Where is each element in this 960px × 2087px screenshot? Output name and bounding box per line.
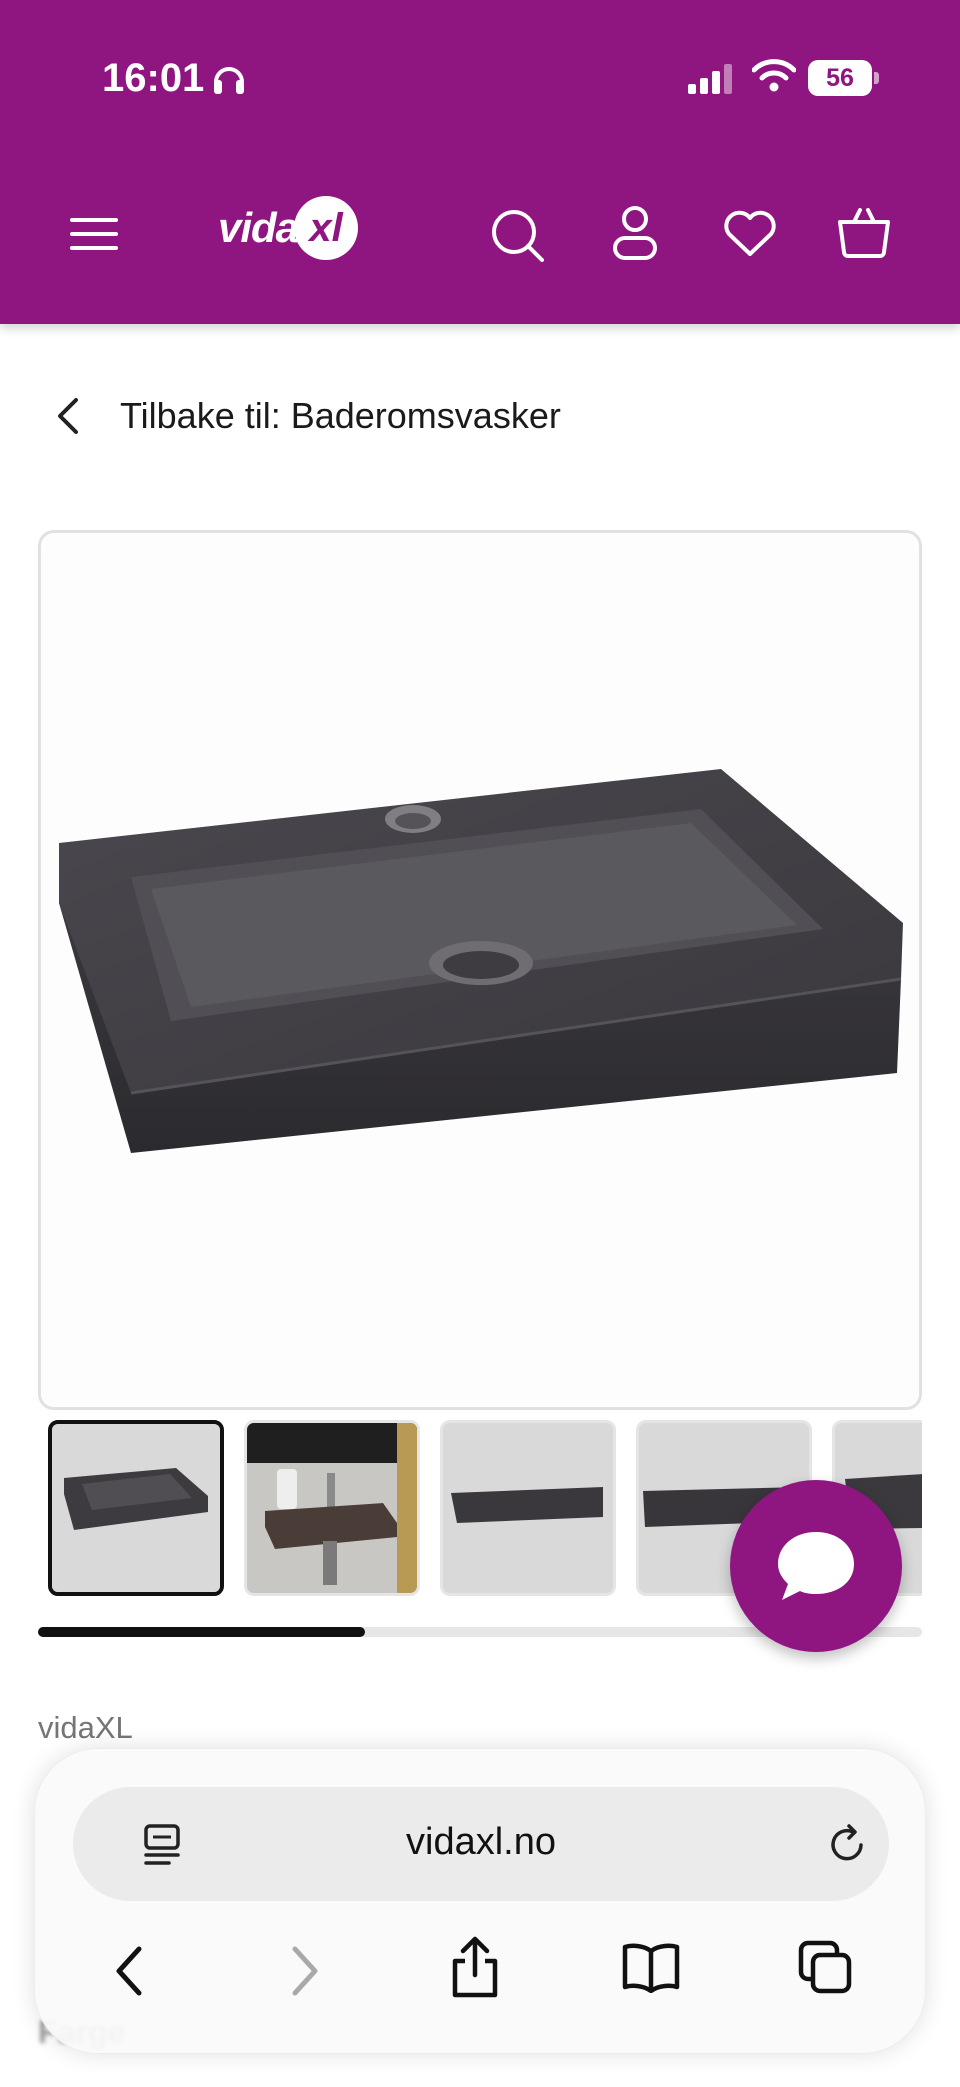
chevron-left-icon [58, 398, 78, 434]
product-main-image[interactable] [38, 530, 922, 1410]
logo-badge: xl [294, 196, 359, 260]
wifi-icon [752, 59, 796, 92]
search-icon[interactable] [490, 208, 546, 264]
sink-image [59, 769, 903, 1153]
chat-bubble-icon [778, 1532, 854, 1600]
site-header: 16:01 56 vida xl [0, 0, 960, 324]
status-time: 16:01 [102, 56, 205, 100]
menu-icon[interactable] [70, 216, 118, 252]
thumbnail-1[interactable] [48, 1420, 224, 1596]
account-icon[interactable] [612, 206, 658, 262]
vidaxl-logo[interactable]: vida xl [218, 196, 359, 260]
product-brand[interactable]: vidaXL [38, 1710, 133, 1746]
sink-thumbnail-image [52, 1424, 220, 1592]
share-icon[interactable] [449, 1935, 501, 1999]
back-icon[interactable] [111, 1943, 147, 1999]
battery-indicator: 56 [808, 60, 879, 96]
address-bar[interactable]: vidaxl.no [73, 1787, 889, 1901]
sink-side-thumbnail [443, 1423, 613, 1593]
bathroom-scene-thumbnail [247, 1423, 417, 1593]
heart-icon[interactable] [722, 210, 778, 258]
back-link-label: Tilbake til: Baderomsvasker [120, 395, 561, 436]
tabs-icon[interactable] [797, 1939, 853, 1995]
reload-icon[interactable] [825, 1823, 869, 1867]
logo-wordmark: vida [218, 204, 299, 251]
bookmarks-icon[interactable] [621, 1941, 681, 1993]
gallery-scroll-progress [38, 1627, 366, 1637]
thumbnail-3[interactable] [440, 1420, 616, 1596]
basket-icon[interactable] [836, 204, 892, 260]
url-text: vidaxl.no [406, 1821, 556, 1863]
thumbnail-2[interactable] [244, 1420, 420, 1596]
back-to-category-link[interactable]: Tilbake til: Baderomsvasker [56, 388, 561, 444]
chat-button[interactable] [730, 1480, 902, 1652]
headphones-icon [214, 67, 244, 94]
cellular-signal-icon [688, 64, 732, 94]
forward-icon[interactable] [287, 1943, 323, 1999]
browser-toolbar: vidaxl.no [34, 1748, 926, 2054]
